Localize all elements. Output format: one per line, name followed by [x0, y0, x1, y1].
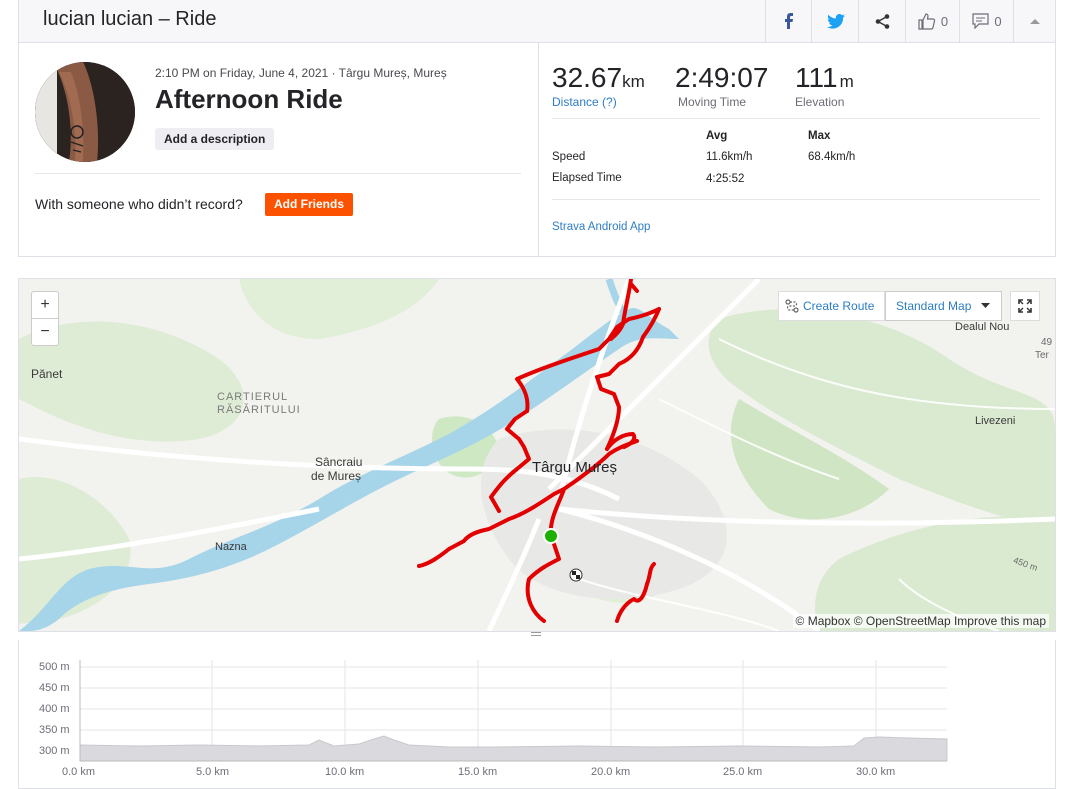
map-label-sancraiu-2: de Mureș: [311, 469, 362, 483]
map-attribution[interactable]: © Mapbox © OpenStreetMap Improve this ma…: [792, 614, 1049, 628]
chevron-up-icon: [1030, 18, 1040, 24]
avatar[interactable]: [35, 62, 135, 162]
twitter-share-button[interactable]: [811, 0, 859, 42]
facebook-icon: [785, 13, 793, 29]
elevation-unit: m: [839, 72, 854, 91]
add-friends-button[interactable]: Add Friends: [265, 193, 354, 216]
map-label-dealul-nou: Dealul Nou: [955, 321, 1010, 333]
avg-header: Avg: [706, 130, 728, 142]
map-label-panet: Pănet: [31, 367, 63, 381]
add-description-button[interactable]: Add a description: [155, 128, 275, 150]
share-button[interactable]: [858, 0, 906, 42]
zoom-out-button[interactable]: −: [32, 319, 58, 345]
map-label-edge: 49: [1041, 337, 1053, 348]
x-tick: 0.0 km: [62, 766, 96, 778]
zoom-in-button[interactable]: +: [32, 292, 58, 319]
with-someone-text: With someone who didn’t record?: [35, 196, 243, 212]
map-label-city: Târgu Mureș: [532, 459, 618, 476]
elapsed-time-label: Elapsed Time: [552, 172, 622, 184]
kudos-count: 0: [940, 13, 949, 29]
elevation-profile: 500 m 450 m 400 m 350 m 300 m 0.0 km 5.0…: [18, 640, 1056, 789]
twitter-icon: [826, 13, 845, 29]
distance-label[interactable]: Distance (?): [552, 95, 617, 109]
x-tick: 30.0 km: [856, 766, 896, 778]
speed-label: Speed: [552, 151, 586, 163]
speed-max: 68.4km/h: [808, 151, 856, 163]
y-tick: 350 m: [39, 724, 70, 736]
divider: [552, 118, 1040, 119]
map-label-edge-2: Ter: [1035, 350, 1049, 361]
map-label-rasaritului: RĂSĂRITULUI: [217, 404, 301, 416]
map-label-livezeni: Livezeni: [975, 415, 1016, 427]
device-link[interactable]: Strava Android App: [552, 221, 650, 233]
map-label-sancraiu: Sâncraiu: [315, 455, 363, 469]
map-style-label: Standard Map: [896, 299, 972, 313]
y-tick: 450 m: [39, 682, 70, 694]
map-label-cartierul: CARTIERUL: [217, 391, 289, 403]
max-header: Max: [808, 130, 831, 142]
create-route-label: Create Route: [803, 299, 875, 313]
chevron-down-icon: [981, 303, 991, 308]
elapsed-time-value: 4:25:52: [706, 173, 745, 185]
route-icon: [785, 299, 799, 313]
x-tick: 10.0 km: [325, 766, 365, 778]
moving-time-label: Moving Time: [678, 95, 747, 109]
finish-flag-icon: [569, 568, 583, 582]
fullscreen-icon: [1018, 299, 1032, 313]
distance-stat: 32.67km: [552, 62, 645, 94]
activity-datetime: 2:10 PM on Friday, June 4, 2021 · Târgu …: [155, 66, 447, 80]
kudos-button[interactable]: 0: [905, 0, 960, 42]
distance-unit: km: [622, 72, 645, 91]
y-tick: 500 m: [39, 661, 70, 673]
create-route-button[interactable]: Create Route: [778, 291, 885, 321]
activity-name: Afternoon Ride: [155, 84, 343, 114]
activity-summary: 2:10 PM on Friday, June 4, 2021 · Târgu …: [18, 42, 1056, 257]
x-tick: 5.0 km: [196, 766, 230, 778]
elevation-chart: [79, 660, 948, 762]
collapse-button[interactable]: [1013, 0, 1056, 42]
route-map[interactable]: Târgu Mureș Pănet CARTIERUL RĂSĂRITULUI …: [18, 278, 1056, 632]
x-tick: 20.0 km: [591, 766, 631, 778]
moving-time-value: 2:49:07: [675, 62, 769, 93]
divider: [35, 173, 521, 174]
map-label-nazna: Nazna: [215, 541, 247, 553]
zoom-controls: + −: [31, 291, 59, 346]
fullscreen-button[interactable]: [1010, 291, 1040, 321]
athlete-photo: [35, 62, 135, 162]
speed-avg: 11.6km/h: [706, 151, 753, 163]
comment-count: 0: [994, 13, 1002, 29]
x-tick: 25.0 km: [723, 766, 763, 778]
moving-time-stat: 2:49:07: [675, 62, 768, 94]
page-title: lucian lucian – Ride: [43, 8, 217, 30]
map-canvas: [19, 279, 1055, 631]
y-tick: 400 m: [39, 703, 70, 715]
facebook-share-button[interactable]: [765, 0, 812, 42]
share-icon: [875, 13, 890, 29]
thumbs-up-icon: [918, 12, 936, 30]
elevation-stat: 111 m: [795, 62, 854, 94]
comment-button[interactable]: 0: [959, 0, 1014, 42]
activity-header: lucian lucian – Ride 0 0: [18, 0, 1056, 43]
resize-handle[interactable]: [531, 631, 541, 637]
elevation-label: Elevation: [795, 95, 845, 109]
divider: [552, 199, 1040, 200]
column-divider: [538, 42, 539, 256]
comment-icon: [972, 13, 989, 29]
x-tick: 15.0 km: [458, 766, 498, 778]
elevation-value: 111: [795, 62, 838, 93]
map-style-select[interactable]: Standard Map: [885, 291, 1002, 321]
distance-value: 32.67: [552, 62, 623, 93]
y-tick: 300 m: [39, 745, 70, 757]
